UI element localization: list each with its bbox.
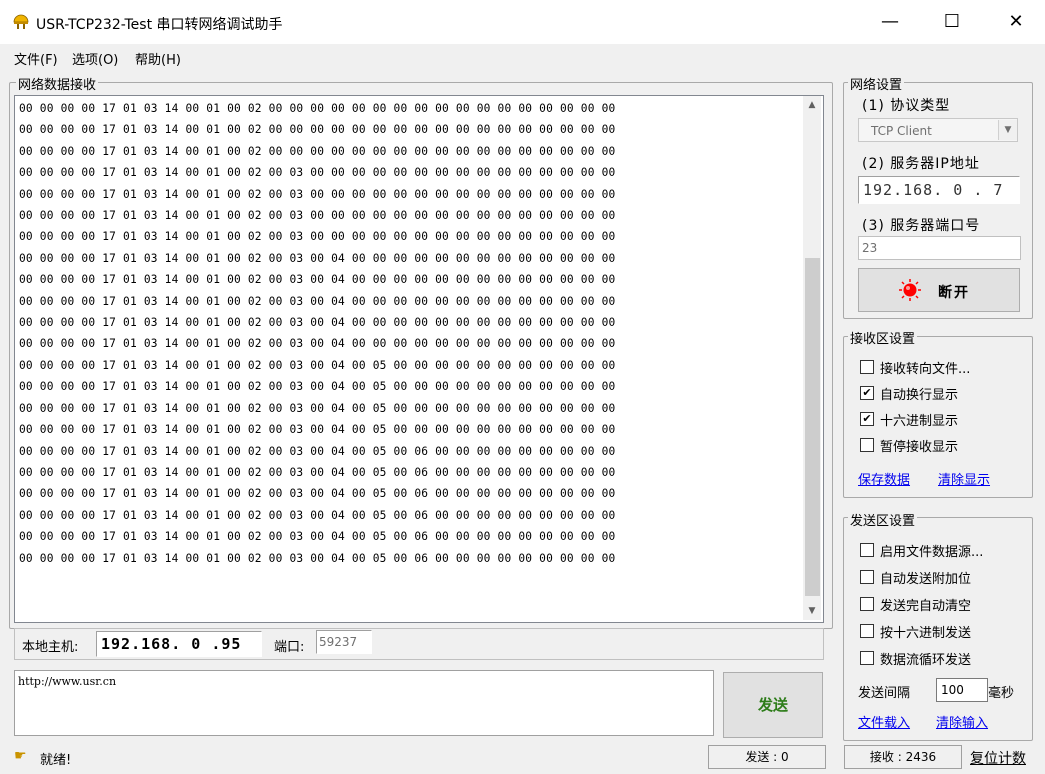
local-host-label: 本地主机: (22, 640, 79, 655)
receive-textarea[interactable]: 00 00 00 00 17 01 03 14 00 01 00 02 00 0… (14, 95, 824, 623)
receive-line: 00 00 00 00 17 01 03 14 00 01 00 02 00 0… (19, 123, 616, 137)
receive-line: 00 00 00 00 17 01 03 14 00 01 00 02 00 0… (19, 102, 616, 115)
menu-file[interactable]: 文件(F) (14, 49, 58, 68)
receive-line: 00 00 00 00 17 01 03 14 00 01 00 02 00 0… (19, 380, 616, 394)
recv-setting-checkbox-3[interactable] (860, 438, 874, 452)
local-host-ip-field[interactable]: 192.168. 0 .95 (96, 631, 262, 657)
sent-count: 发送 : 0 (708, 745, 826, 769)
load-file-link[interactable]: 文件载入 (858, 712, 910, 731)
clear-display-link[interactable]: 清除显示 (938, 469, 990, 488)
recv-setting-option-label: 十六进制显示 (880, 414, 959, 429)
send-setting-checkbox-3[interactable] (860, 624, 874, 638)
send-setting-option-label: 自动发送附加位 (880, 572, 972, 587)
receive-line: 00 00 00 00 17 01 03 14 00 01 00 02 00 0… (19, 144, 616, 158)
network-settings-title: 网络设置 (848, 74, 905, 93)
scroll-up-icon[interactable]: ▲ (803, 96, 821, 114)
receive-line: 00 00 00 00 17 01 03 14 00 01 00 02 00 0… (19, 358, 616, 372)
menu-options[interactable]: 选项(O) (72, 49, 118, 68)
send-setting-option-label: 发送完自动清空 (880, 599, 972, 614)
receive-line: 00 00 00 00 17 01 03 14 00 01 00 02 00 0… (19, 423, 616, 437)
receive-line: 00 00 00 00 17 01 03 14 00 01 00 02 00 0… (19, 251, 616, 265)
recv-setting-checkbox-0[interactable] (860, 360, 874, 374)
save-data-link[interactable]: 保存数据 (858, 469, 910, 488)
close-button[interactable]: ✕ (993, 0, 1039, 44)
protocol-label: (1) 协议类型 (862, 98, 951, 114)
receive-line: 00 00 00 00 17 01 03 14 00 01 00 02 00 0… (19, 294, 616, 308)
receive-line: 00 00 00 00 17 01 03 14 00 01 00 02 00 0… (19, 316, 616, 330)
send-interval-label: 发送间隔 (858, 686, 911, 701)
send-setting-checkbox-4[interactable] (860, 651, 874, 665)
receive-group-title: 网络数据接收 (16, 74, 99, 93)
app-logo-icon (12, 13, 30, 31)
receive-data-lines: 00 00 00 00 17 01 03 14 00 01 00 02 00 0… (19, 98, 615, 569)
disconnect-label: 断开 (938, 285, 970, 301)
receive-line: 00 00 00 00 17 01 03 14 00 01 00 02 00 0… (19, 508, 616, 522)
server-port-label: (3) 服务器端口号 (862, 218, 981, 234)
send-button[interactable]: 发送 (723, 672, 823, 738)
send-setting-checkbox-0[interactable] (860, 543, 874, 557)
port-label: 端口: (274, 640, 305, 655)
chevron-down-icon[interactable]: ▼ (998, 120, 1017, 140)
receive-line: 00 00 00 00 17 01 03 14 00 01 00 02 00 0… (19, 530, 616, 544)
send-setting-checkbox-1[interactable] (860, 570, 874, 584)
status-ready: 就绪! (40, 753, 72, 768)
protocol-select[interactable]: TCP Client (858, 118, 1018, 142)
recv-setting-checkbox-1[interactable]: ✔ (860, 386, 874, 400)
send-setting-option-label: 启用文件数据源... (880, 545, 984, 560)
send-interval-unit: 毫秒 (988, 686, 1015, 701)
send-setting-option-label: 数据流循环发送 (880, 653, 972, 668)
recv-setting-option-label: 自动换行显示 (880, 388, 959, 403)
recv-setting-checkbox-2[interactable]: ✔ (860, 412, 874, 426)
send-interval-field[interactable]: 100 (936, 678, 988, 702)
clear-input-link[interactable]: 清除输入 (936, 712, 988, 731)
connection-indicator-icon (898, 278, 922, 302)
pointing-hand-icon: ☛ (14, 748, 27, 764)
recv-setting-option-label: 暂停接收显示 (880, 440, 959, 455)
receive-settings-title: 接收区设置 (848, 328, 918, 347)
window-title: USR-TCP232-Test 串口转网络调试助手 (36, 17, 283, 33)
server-port-field[interactable]: 23 (858, 236, 1021, 260)
receive-line: 00 00 00 00 17 01 03 14 00 01 00 02 00 0… (19, 551, 616, 565)
receive-line: 00 00 00 00 17 01 03 14 00 01 00 02 00 0… (19, 401, 616, 415)
server-ip-field[interactable]: 192.168. 0 . 7 (858, 176, 1020, 204)
received-count: 接收 : 2436 (844, 745, 962, 769)
server-ip-label: (2) 服务器IP地址 (862, 156, 980, 172)
receive-line: 00 00 00 00 17 01 03 14 00 01 00 02 00 0… (19, 230, 616, 244)
recv-setting-option-label: 接收转向文件... (880, 362, 971, 377)
menu-help[interactable]: 帮助(H) (135, 49, 181, 68)
receive-line: 00 00 00 00 17 01 03 14 00 01 00 02 00 0… (19, 337, 616, 351)
maximize-button[interactable]: ☐ (929, 0, 975, 44)
minimize-button[interactable]: — (867, 0, 913, 44)
receive-line: 00 00 00 00 17 01 03 14 00 01 00 02 00 0… (19, 209, 616, 223)
receive-line: 00 00 00 00 17 01 03 14 00 01 00 02 00 0… (19, 273, 616, 287)
receive-line: 00 00 00 00 17 01 03 14 00 01 00 02 00 0… (19, 444, 616, 458)
send-setting-checkbox-2[interactable] (860, 597, 874, 611)
reset-count-button[interactable]: 复位计数 (970, 748, 1026, 768)
receive-line: 00 00 00 00 17 01 03 14 00 01 00 02 00 0… (19, 465, 616, 479)
send-textarea[interactable]: http://www.usr.cn (14, 670, 714, 736)
receive-line: 00 00 00 00 17 01 03 14 00 01 00 02 00 0… (19, 187, 616, 201)
receive-line: 00 00 00 00 17 01 03 14 00 01 00 02 00 0… (19, 487, 616, 501)
scroll-down-icon[interactable]: ▼ (803, 602, 821, 620)
send-setting-option-label: 按十六进制发送 (880, 626, 972, 641)
scrollbar-thumb[interactable] (805, 258, 820, 596)
send-settings-title: 发送区设置 (848, 510, 918, 529)
local-port-field: 59237 (316, 630, 372, 654)
receive-line: 00 00 00 00 17 01 03 14 00 01 00 02 00 0… (19, 166, 616, 180)
